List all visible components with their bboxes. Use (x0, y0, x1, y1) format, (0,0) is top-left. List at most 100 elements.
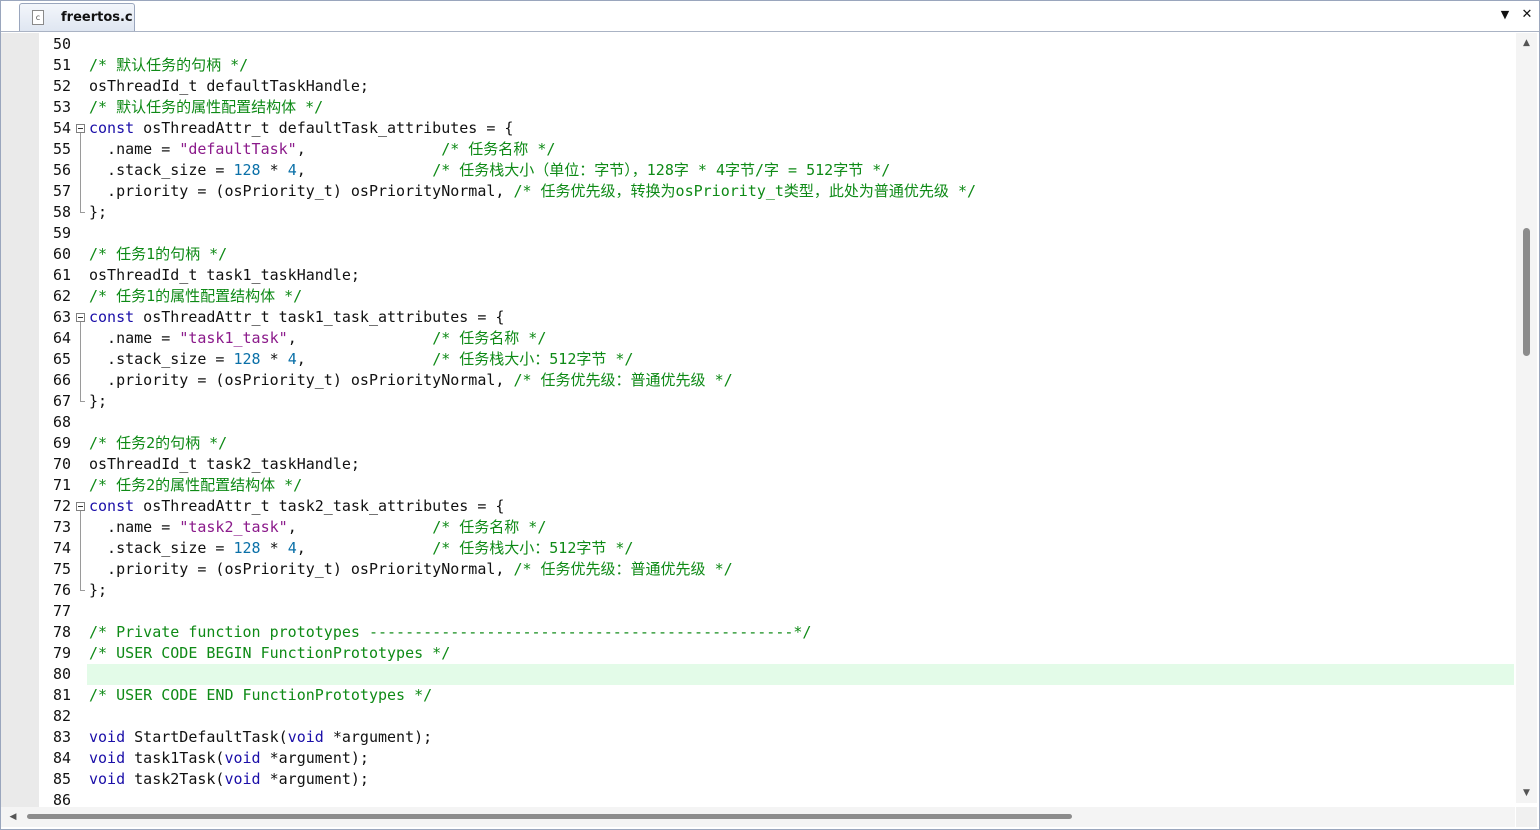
line-number: 63 (52, 308, 71, 326)
horizontal-scroll-thumb[interactable] (27, 814, 1072, 819)
code-line[interactable]: .stack_size = 128 * 4, /* 任务栈大小：512字节 */ (87, 349, 1514, 370)
fold-end-marker (80, 212, 85, 213)
code-text: .stack_size = (89, 539, 234, 557)
code-text: .priority = (osPriority_t) osPriorityNor… (89, 182, 514, 200)
code-text: .priority = (osPriority_t) osPriorityNor… (89, 560, 514, 578)
code-line[interactable]: void task1Task(void *argument); (87, 748, 1514, 769)
vertical-scroll-thumb[interactable] (1523, 228, 1530, 356)
code-line[interactable]: .stack_size = 128 * 4, /* 任务栈大小：512字节 */ (87, 538, 1514, 559)
code-line[interactable]: .name = "defaultTask", /* 任务名称 */ (87, 139, 1514, 160)
code-line[interactable] (87, 412, 1514, 433)
code-text: *argument); (323, 728, 433, 746)
code-text: .name = (89, 329, 180, 347)
code-line[interactable]: const osThreadAttr_t defaultTask_attribu… (87, 118, 1514, 139)
code-line[interactable]: .stack_size = 128 * 4, /* 任务栈大小（单位：字节），1… (87, 160, 1514, 181)
line-number: 76 (52, 581, 71, 599)
code-text: }; (89, 392, 108, 410)
keyword: void (224, 770, 261, 788)
code-text: , (287, 329, 433, 347)
horizontal-scrollbar[interactable]: ◀ (1, 807, 1515, 827)
code-line[interactable]: }; (87, 202, 1514, 223)
scroll-up-arrow-icon[interactable]: ▲ (1516, 33, 1537, 53)
code-line[interactable]: .priority = (osPriority_t) osPriorityNor… (87, 181, 1514, 202)
number-literal: 4 (287, 539, 297, 557)
line-number: 78 (52, 623, 71, 641)
code-line[interactable]: /* Private function prototypes ---------… (87, 622, 1514, 643)
code-line[interactable] (87, 601, 1514, 622)
comment: /* 任务栈大小（单位：字节），128字 * 4字节/字 = 512字节 */ (432, 161, 891, 179)
tab-list-dropdown-icon[interactable]: ▼ (1497, 7, 1513, 23)
line-number: 74 (52, 539, 71, 557)
code-line[interactable]: osThreadId_t task2_taskHandle; (87, 454, 1514, 475)
fold-collapse-icon[interactable] (76, 502, 85, 511)
margin-gutter[interactable] (1, 33, 39, 817)
line-number: 75 (52, 560, 71, 578)
fold-collapse-icon[interactable] (76, 124, 85, 133)
tab-bar: c freertos.c ▼ ✕ (1, 1, 1539, 32)
code-line[interactable]: const osThreadAttr_t task1_task_attribut… (87, 307, 1514, 328)
string-literal: "task1_task" (179, 329, 288, 347)
code-text: * (260, 161, 288, 179)
code-line[interactable]: /* USER CODE END FunctionPrototypes */ (87, 685, 1514, 706)
line-number: 51 (52, 56, 71, 74)
code-text: StartDefaultTask( (125, 728, 288, 746)
code-area[interactable]: /* 默认任务的句柄 */ osThreadId_t defaultTaskHan… (87, 33, 1514, 817)
editor-window: c freertos.c ▼ ✕ 50 51 52 53 54 55 56 57 58 59 60 6… (0, 0, 1540, 830)
line-number: 69 (52, 434, 71, 452)
code-line[interactable]: const osThreadAttr_t task2_task_attribut… (87, 496, 1514, 517)
line-number: 70 (52, 455, 71, 473)
code-line[interactable]: void StartDefaultTask(void *argument); (87, 727, 1514, 748)
code-text: .priority = (osPriority_t) osPriorityNor… (89, 371, 514, 389)
line-number: 82 (52, 707, 71, 725)
code-line[interactable]: }; (87, 580, 1514, 601)
scroll-left-arrow-icon[interactable]: ◀ (5, 807, 21, 827)
code-line[interactable] (87, 706, 1514, 727)
number-literal: 4 (287, 161, 297, 179)
code-line[interactable]: /* USER CODE BEGIN FunctionPrototypes */ (87, 643, 1514, 664)
string-literal: "task2_task" (179, 518, 288, 536)
line-number: 56 (52, 161, 71, 179)
comment: /* USER CODE END FunctionPrototypes */ (89, 686, 433, 704)
comment: /* 任务栈大小：512字节 */ (432, 539, 634, 557)
comment: /* 任务优先级，转换为osPriority_t类型，此处为普通优先级 */ (513, 182, 977, 200)
code-text: osThreadId_t task1_taskHandle; (89, 266, 360, 284)
number-literal: 128 (233, 350, 261, 368)
code-line[interactable]: osThreadId_t defaultTaskHandle; (87, 76, 1514, 97)
code-line[interactable]: osThreadId_t task1_taskHandle; (87, 265, 1514, 286)
tab-freertos-c[interactable]: c freertos.c (19, 3, 135, 31)
fold-end-marker (80, 401, 85, 402)
code-line[interactable]: void task2Task(void *argument); (87, 769, 1514, 790)
scrollbar-corner (1516, 807, 1537, 827)
code-text: , (296, 350, 433, 368)
code-text: osThreadId_t task2_taskHandle; (89, 455, 360, 473)
code-line[interactable]: }; (87, 391, 1514, 412)
scroll-down-arrow-icon[interactable]: ▼ (1516, 783, 1537, 803)
line-number: 64 (52, 329, 71, 347)
line-number-column: 50 51 52 53 54 55 56 57 58 59 60 61 62 63 64 65 66 67 68 69… (39, 33, 73, 817)
keyword: const (89, 308, 135, 326)
fold-collapse-icon[interactable] (76, 313, 85, 322)
code-line[interactable]: .priority = (osPriority_t) osPriorityNor… (87, 559, 1514, 580)
code-line[interactable]: /* 默认任务的句柄 */ (87, 55, 1514, 76)
code-line[interactable] (87, 664, 1514, 685)
line-number: 80 (52, 665, 71, 683)
code-line[interactable]: /* 任务1的属性配置结构体 */ (87, 286, 1514, 307)
code-text: }; (89, 203, 108, 221)
line-number: 68 (52, 413, 71, 431)
line-number: 62 (52, 287, 71, 305)
comment: /* 任务2的属性配置结构体 */ (89, 476, 303, 494)
code-line[interactable]: /* 任务2的句柄 */ (87, 433, 1514, 454)
code-line[interactable]: .name = "task1_task", /* 任务名称 */ (87, 328, 1514, 349)
code-line[interactable]: .priority = (osPriority_t) osPriorityNor… (87, 370, 1514, 391)
code-text: task1Task( (125, 749, 225, 767)
code-line[interactable]: /* 任务1的句柄 */ (87, 244, 1514, 265)
code-line[interactable]: /* 任务2的属性配置结构体 */ (87, 475, 1514, 496)
comment: /* USER CODE BEGIN FunctionPrototypes */ (89, 644, 451, 662)
code-line[interactable]: /* 默认任务的属性配置结构体 */ (87, 97, 1514, 118)
code-line[interactable] (87, 223, 1514, 244)
code-line[interactable] (87, 34, 1514, 55)
close-tab-icon[interactable]: ✕ (1519, 7, 1535, 23)
code-line[interactable]: .name = "task2_task", /* 任务名称 */ (87, 517, 1514, 538)
vertical-scrollbar[interactable]: ▲ ▼ (1516, 33, 1537, 803)
line-number: 67 (52, 392, 71, 410)
